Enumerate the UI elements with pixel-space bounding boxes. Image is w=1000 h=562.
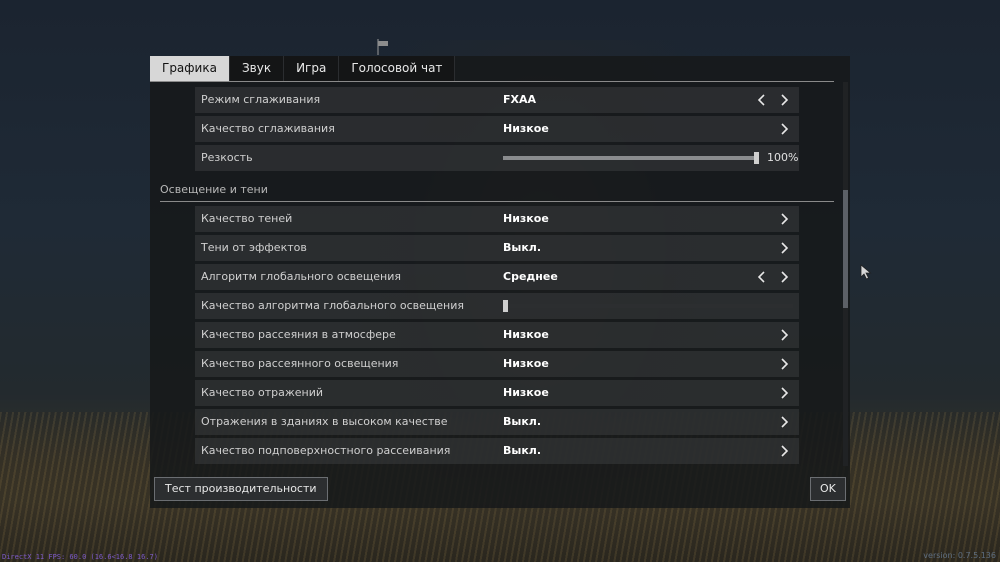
setting-row-building-reflections[interactable]: Отражения в зданиях в высоком качестве В… [195, 409, 799, 435]
setting-row-aa-mode[interactable]: Режим сглаживания FXAA [195, 87, 799, 113]
setting-label: Резкость [201, 151, 253, 164]
version-label: version: 0.7.5.136 [923, 551, 996, 560]
setting-label: Качество сглаживания [201, 122, 335, 135]
slider-value: 100% [767, 151, 799, 164]
setting-value: Низкое [503, 122, 549, 135]
chevron-right-icon[interactable] [777, 212, 791, 226]
chevron-left-icon[interactable] [755, 270, 769, 284]
setting-row-effect-shadows[interactable]: Тени от эффектов Выкл. [195, 235, 799, 261]
setting-label: Алгоритм глобального освещения [201, 270, 402, 283]
setting-value: Низкое [503, 357, 549, 370]
tab-game[interactable]: Игра [284, 56, 340, 81]
scrollbar[interactable] [843, 82, 848, 466]
setting-label: Качество теней [201, 212, 293, 225]
setting-value: Выкл. [503, 241, 542, 254]
setting-value: Низкое [503, 386, 549, 399]
setting-row-ambient-lighting[interactable]: Качество рассеянного освещения Низкое [195, 351, 799, 377]
setting-label: Тени от эффектов [201, 241, 307, 254]
fps-counter: DirectX 11 FPS: 60.0 (16.6<16.8 16.7) [2, 553, 158, 561]
setting-value: Низкое [503, 212, 549, 225]
tab-bar: Графика Звук Игра Голосовой чат [150, 56, 456, 81]
ok-button[interactable]: OK [810, 477, 846, 501]
tab-voice-chat[interactable]: Голосовой чат [339, 56, 456, 81]
setting-label: Режим сглаживания [201, 93, 321, 106]
slider-handle[interactable] [754, 152, 759, 164]
chevron-right-icon[interactable] [777, 270, 791, 284]
setting-value: Низкое [503, 328, 549, 341]
slider-fill [503, 156, 759, 160]
setting-value: Выкл. [503, 415, 542, 428]
slider-handle[interactable] [503, 300, 508, 312]
setting-row-aa-quality[interactable]: Качество сглаживания Низкое [195, 116, 799, 142]
section-lighting: Освещение и тени [160, 180, 834, 202]
setting-value: Среднее [503, 270, 558, 283]
setting-label: Качество подповерхностного рассеивания [201, 444, 451, 457]
mouse-cursor-icon [860, 264, 872, 280]
section-divider [160, 201, 834, 202]
chevron-right-icon[interactable] [777, 122, 791, 136]
chevron-right-icon[interactable] [777, 241, 791, 255]
chevron-right-icon[interactable] [777, 415, 791, 429]
setting-label: Качество рассеяния в атмосфере [201, 328, 396, 341]
chevron-right-icon[interactable] [777, 357, 791, 371]
chevron-right-icon[interactable] [777, 93, 791, 107]
setting-value: FXAA [503, 93, 537, 106]
sharpness-slider[interactable] [503, 152, 759, 164]
section-title: Освещение и тени [160, 183, 268, 196]
benchmark-button[interactable]: Тест производительности [154, 477, 328, 501]
setting-label: Качество рассеянного освещения [201, 357, 399, 370]
setting-row-reflections[interactable]: Качество отражений Низкое [195, 380, 799, 406]
setting-row-shadow-quality[interactable]: Качество теней Низкое [195, 206, 799, 232]
setting-row-atmosphere-scattering[interactable]: Качество рассеяния в атмосфере Низкое [195, 322, 799, 348]
settings-window: Графика Звук Игра Голосовой чат Режим сг… [150, 56, 850, 508]
chevron-right-icon[interactable] [777, 328, 791, 342]
setting-label: Отражения в зданиях в высоком качестве [201, 415, 448, 428]
scrollbar-thumb[interactable] [843, 190, 848, 308]
setting-row-sharpness: Резкость 100% [195, 145, 799, 171]
flag-icon [377, 39, 388, 55]
setting-row-gi-algorithm[interactable]: Алгоритм глобального освещения Среднее [195, 264, 799, 290]
chevron-left-icon[interactable] [755, 93, 769, 107]
setting-row-gi-quality: Качество алгоритма глобального освещения [195, 293, 799, 319]
gi-quality-slider[interactable] [503, 300, 793, 312]
setting-value: Выкл. [503, 444, 542, 457]
chevron-right-icon[interactable] [777, 386, 791, 400]
chevron-right-icon[interactable] [777, 444, 791, 458]
tab-sound[interactable]: Звук [229, 56, 285, 81]
setting-row-subsurface-scattering[interactable]: Качество подповерхностного рассеивания В… [195, 438, 799, 464]
settings-list: Режим сглаживания FXAA Качество сглажива… [150, 82, 840, 466]
setting-label: Качество алгоритма глобального освещения [201, 299, 464, 312]
tab-graphics[interactable]: Графика [150, 56, 230, 81]
setting-label: Качество отражений [201, 386, 324, 399]
